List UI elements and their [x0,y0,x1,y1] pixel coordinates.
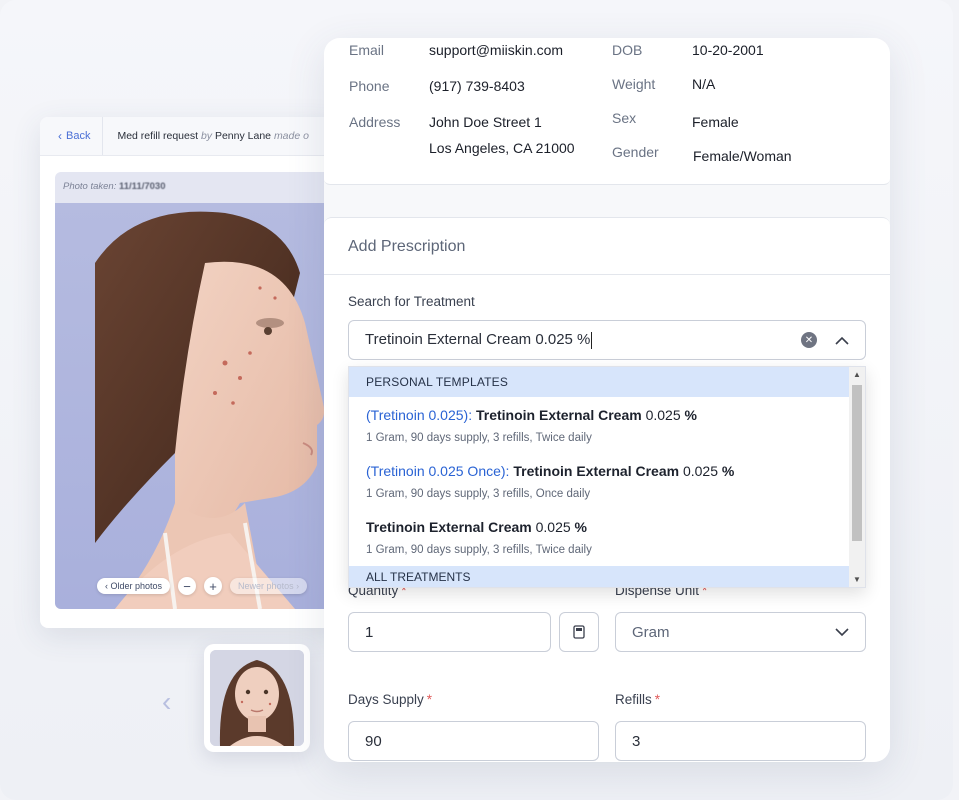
back-button[interactable]: ‹ Back [40,117,104,155]
chevron-down-icon [835,627,849,636]
newer-photos-button[interactable]: Newer photos › [230,578,308,594]
photo-thumbnail[interactable] [204,644,310,752]
all-treatments-header: ALL TREATMENTS [349,566,851,587]
email-value: support@miiskin.com [429,42,564,58]
option-details: 1 Gram, 90 days supply, 3 refills, Once … [366,488,591,500]
patient-info-card: Email support@miiskin.com Phone (917) 73… [324,38,890,185]
patient-photo[interactable] [55,203,340,609]
address-line2: Los Angeles, CA 21000 [429,140,575,156]
option-template-name: (Tretinoin 0.025): [366,407,473,423]
option-strength: 0.025 [645,407,681,423]
option-title: (Tretinoin 0.025 Once): Tretinoin Extern… [366,463,832,479]
zoom-out-button[interactable]: − [178,577,197,595]
sex-label: Sex [612,110,637,126]
option-title: Tretinoin External Cream 0.025 % [366,519,832,535]
option-details: 1 Gram, 90 days supply, 3 refills, Twice… [366,432,592,444]
days-supply-label: Days Supply * [348,692,432,707]
option-strength: 0.025 [535,519,571,535]
photo-navigation: ‹ Older photos − + Newer photos › [97,577,308,595]
requester-name: Penny Lane [214,130,272,142]
thumbnail-face-illustration [210,650,304,746]
phone-label: Phone [349,78,390,94]
request-type: Med refill request [117,130,199,142]
request-by: by [200,130,213,142]
dropdown-option[interactable]: (Tretinoin 0.025 Once): Tretinoin Extern… [349,453,849,509]
patient-prescription-panel: Email support@miiskin.com Phone (917) 73… [324,38,890,762]
phone-value: (917) 739-8403 [429,78,525,94]
dropdown-scrollbar[interactable]: ▲ ▼ [849,367,865,587]
dob-label: DOB [612,42,643,58]
required-mark: * [426,692,433,707]
treatment-search-input[interactable]: Tretinoin External Cream 0.025 % ✕ [348,320,866,360]
option-template-name: (Tretinoin 0.025 Once): [366,463,510,479]
quantity-input[interactable]: 1 [348,612,551,652]
newer-photos-label: Newer photos [238,581,294,591]
older-photos-label: Older photos [110,581,163,591]
older-photos-button[interactable]: ‹ Older photos [97,578,171,594]
option-details: 1 Gram, 90 days supply, 3 refills, Twice… [366,544,592,556]
thumbnail-image [210,650,304,746]
option-unit: % [721,463,735,479]
scroll-up-arrow-icon[interactable]: ▲ [853,370,861,379]
calculator-icon [573,625,585,639]
dispense-unit-value: Gram [632,623,670,641]
dropdown-option[interactable]: (Tretinoin 0.025): Tretinoin External Cr… [349,397,849,453]
photo-card-topbar: ‹ Back Med refill request by Penny Lane … [40,117,340,156]
dispense-unit-select[interactable]: Gram [615,612,866,652]
zoom-in-button[interactable]: + [204,577,223,595]
photo-taken-label: Photo taken: [63,181,117,192]
gender-label: Gender [612,144,659,160]
text-caret [591,331,593,349]
chevron-up-icon[interactable] [835,332,849,348]
chevron-right-icon: › [296,581,300,591]
request-title: Med refill request by Penny Lane made o [103,130,309,142]
photo-taken-date: 11/11/7030 [119,181,166,192]
request-suffix: made o [273,130,309,142]
option-treatment-name: Tretinoin External Cream [366,519,532,535]
refills-label: Refills * [615,692,660,707]
chevron-left-icon: ‹ [58,129,62,143]
scroll-down-arrow-icon[interactable]: ▼ [853,575,861,584]
option-treatment-name: Tretinoin External Cream [475,407,642,423]
patient-photo-frame: Photo taken: 11/11/7030 ‹ Older photos −… [55,172,340,609]
weight-label: Weight [612,76,656,92]
calculator-button[interactable] [559,612,599,652]
personal-templates-header: PERSONAL TEMPLATES [349,367,849,397]
option-treatment-name: Tretinoin External Cream [513,463,680,479]
add-prescription-card: Add Prescription Search for Treatment Tr… [324,217,890,762]
weight-value: N/A [692,76,716,92]
photo-card: ‹ Back Med refill request by Penny Lane … [40,117,340,628]
dob-value: 10-20-2001 [692,42,764,58]
add-prescription-title: Add Prescription [324,218,890,275]
option-title: (Tretinoin 0.025): Tretinoin External Cr… [366,407,832,423]
clear-search-icon[interactable]: ✕ [801,332,817,348]
email-label: Email [349,42,385,58]
option-unit: % [574,519,587,535]
thumbnail-prev-chevron-icon[interactable]: ‹ [162,686,171,718]
required-mark: * [654,692,661,707]
refills-input[interactable]: 3 [615,721,866,761]
days-supply-input[interactable]: 90 [348,721,599,761]
sex-value: Female [692,114,739,130]
treatment-dropdown: PERSONAL TEMPLATES (Tretinoin 0.025): Tr… [348,366,866,588]
option-strength: 0.025 [682,463,718,479]
scrollbar-thumb[interactable] [852,385,862,541]
back-label: Back [66,130,91,142]
address-line1: John Doe Street 1 [429,114,542,130]
gender-value: Female/Woman [693,148,792,164]
patient-face-illustration [95,211,325,609]
dropdown-option[interactable]: Tretinoin External Cream 0.025 % 1 Gram,… [349,509,849,565]
refills-label-text: Refills [615,692,652,707]
photo-taken: Photo taken: 11/11/7030 [63,181,166,192]
days-supply-label-text: Days Supply [348,692,424,707]
search-treatment-label: Search for Treatment [348,294,475,309]
chevron-left-icon: ‹ [105,581,108,591]
option-unit: % [684,407,697,423]
address-label: Address [349,114,401,130]
treatment-search-value: Tretinoin External Cream 0.025 % [365,331,801,349]
treatment-search-text: Tretinoin External Cream 0.025 % [365,331,591,349]
